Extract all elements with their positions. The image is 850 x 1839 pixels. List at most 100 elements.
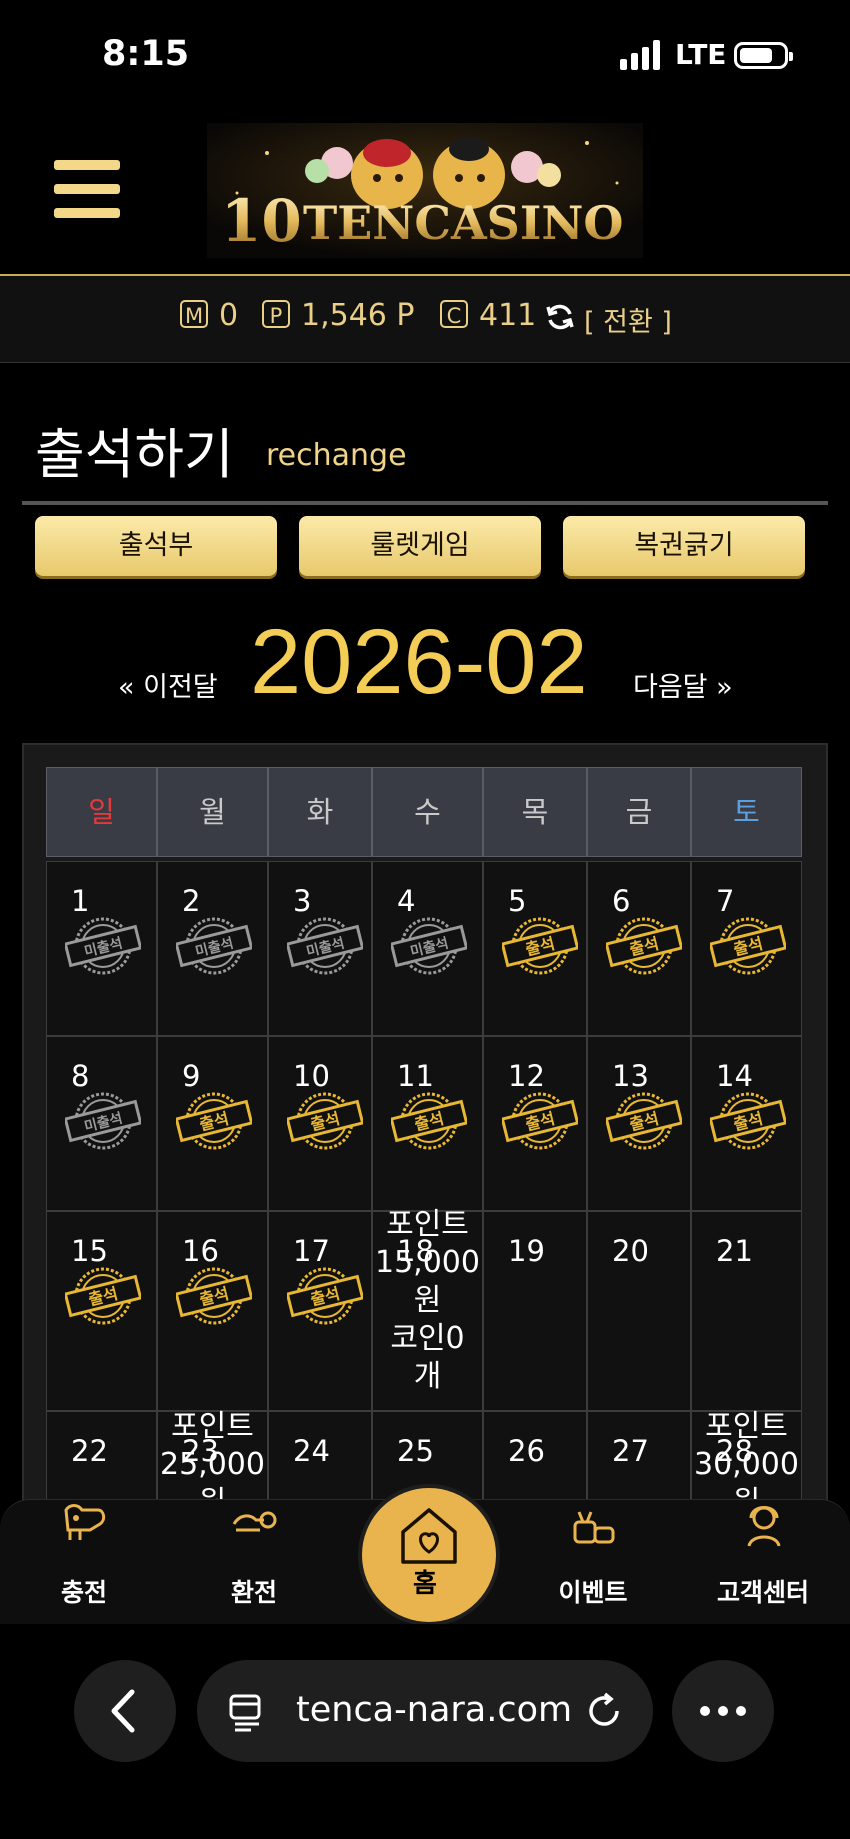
weekday-header: 금 [587, 767, 691, 857]
more-dots-icon [700, 1706, 746, 1716]
browser-back-button[interactable] [74, 1660, 176, 1762]
next-month-link[interactable]: 다음달 » [633, 665, 733, 704]
calendar-day-cell[interactable]: 15 출석 [46, 1211, 157, 1411]
nav-event-label: 이벤트 [558, 1578, 628, 1607]
day-number: 6 [612, 884, 631, 918]
attendance-stamp-present: 출석 [65, 1267, 141, 1325]
attendance-stamp-present: 출석 [502, 917, 578, 975]
calendar-day-cell[interactable]: 9 출석 [157, 1036, 268, 1211]
calendar-day-cell[interactable]: 2 미출석 [157, 861, 268, 1036]
money-icon: M [180, 300, 208, 328]
attendance-stamp-present: 출석 [502, 1092, 578, 1150]
calendar-day-cell[interactable]: 16 출석 [157, 1211, 268, 1411]
calendar-day-cell[interactable]: 12 출석 [483, 1036, 587, 1211]
attendance-stamp-present: 출석 [287, 1267, 363, 1325]
reload-icon[interactable] [585, 1692, 623, 1730]
title-divider [22, 501, 828, 505]
day-number: 2 [182, 884, 201, 918]
day-number: 11 [397, 1059, 434, 1093]
calendar-day-cell[interactable]: 13 출석 [587, 1036, 691, 1211]
attendance-stamp-absent: 미출석 [391, 917, 467, 975]
nav-home[interactable] [358, 1484, 500, 1626]
nav-event[interactable]: 이벤트 [533, 1500, 653, 1610]
calendar-day-cell[interactable]: 8 미출석 [46, 1036, 157, 1211]
tab-attendance[interactable]: 출석부 [35, 516, 277, 576]
day-number: 22 [71, 1434, 108, 1468]
day-number: 27 [612, 1434, 649, 1468]
calendar-day-cell[interactable]: 14 출석 [691, 1036, 802, 1211]
money-value: 0 [219, 298, 239, 333]
day-number: 13 [612, 1059, 649, 1093]
attendance-stamp-present: 출석 [287, 1092, 363, 1150]
reward-line: 포인트 [171, 1409, 254, 1444]
coin-icon: C [440, 300, 468, 328]
coin-value: 411 [479, 298, 537, 333]
calendar-day-cell[interactable]: 7 출석 [691, 861, 802, 1036]
day-number: 26 [508, 1434, 545, 1468]
url-text[interactable]: tenca-nara.com [296, 1690, 572, 1730]
reward-line: 포인트 [386, 1207, 469, 1242]
calendar-day-cell[interactable]: 10 출석 [268, 1036, 372, 1211]
tab-roulette[interactable]: 룰렛게임 [299, 516, 541, 576]
calendar-day-cell[interactable]: 19 [483, 1211, 587, 1411]
attendance-stamp-absent: 미출석 [65, 917, 141, 975]
balance-bar [0, 276, 850, 363]
day-number: 15 [71, 1234, 108, 1268]
calendar-day-cell[interactable]: 5 출석 [483, 861, 587, 1036]
attendance-stamp-present: 출석 [710, 1092, 786, 1150]
nav-support[interactable]: 고객센터 [703, 1500, 823, 1610]
switch-link[interactable]: [ 전환 ] [584, 300, 672, 339]
weekday-header: 일 [46, 767, 157, 857]
day-number: 14 [716, 1059, 753, 1093]
nav-charge-label: 충전 [60, 1578, 107, 1607]
day-number: 7 [716, 884, 735, 918]
exchange-icon [232, 1511, 277, 1532]
calendar-day-cell[interactable]: 11 출석 [372, 1036, 483, 1211]
day-number: 5 [508, 884, 527, 918]
calendar-day-cell[interactable]: 17 출석 [268, 1211, 372, 1411]
refresh-icon[interactable] [545, 302, 575, 332]
nav-charge[interactable]: 충전 [24, 1500, 144, 1610]
day-number: 20 [612, 1234, 649, 1268]
attendance-stamp-present: 출석 [710, 917, 786, 975]
calendar-day-cell[interactable]: 1 미출석 [46, 861, 157, 1036]
calendar-day-cell[interactable]: 6 출석 [587, 861, 691, 1036]
site-logo[interactable]: 10 TENCASINO [207, 123, 643, 258]
hamburger-menu-icon[interactable] [54, 160, 120, 218]
nav-home-label: 홈 [413, 1569, 437, 1599]
cellular-signal-icon [620, 40, 662, 70]
calendar-day-cell[interactable]: 20 [587, 1211, 691, 1411]
gift-icon [573, 1511, 615, 1544]
day-reward-note: 포인트 15,000 원 코인0 개 [363, 1206, 492, 1396]
chevron-left-icon [111, 1689, 135, 1733]
reward-line: 30,000 [694, 1447, 799, 1482]
day-number: 12 [508, 1059, 545, 1093]
attendance-stamp-present: 출석 [176, 1267, 252, 1325]
reward-line: 25,000 [160, 1447, 265, 1482]
calendar-day-cell[interactable]: 4 미출석 [372, 861, 483, 1036]
browser-more-button[interactable] [672, 1660, 774, 1762]
support-icon [747, 1506, 781, 1547]
calendar-day-cell[interactable]: 18 포인트 15,000 원 코인0 개 [372, 1207, 483, 1411]
day-number: 1 [71, 884, 90, 918]
reward-line: 개 [413, 1359, 442, 1394]
calendar-day-cell[interactable]: 3 미출석 [268, 861, 372, 1036]
attendance-stamp-absent: 미출석 [287, 917, 363, 975]
day-number: 10 [293, 1059, 330, 1093]
attendance-stamp-present: 출석 [606, 1092, 682, 1150]
home-heart-icon [401, 1508, 457, 1564]
attendance-stamp-present: 출석 [606, 917, 682, 975]
tab-lottery[interactable]: 복권긁기 [563, 516, 805, 576]
weekday-header: 월 [157, 767, 268, 857]
nav-support-label: 고객센터 [716, 1578, 809, 1607]
current-month: 2026-02 [250, 611, 588, 713]
logo-text: TENCASINO [303, 196, 624, 250]
day-number: 17 [293, 1234, 330, 1268]
day-number: 4 [397, 884, 416, 918]
status-time: 8:15 [102, 34, 190, 74]
calendar-day-cell[interactable]: 21 [691, 1211, 802, 1411]
reward-line: 포인트 [705, 1409, 788, 1444]
prev-month-link[interactable]: « 이전달 [118, 665, 218, 704]
nav-exchange[interactable]: 환전 [194, 1500, 314, 1610]
logo-artwork: 10 TENCASINO [207, 123, 643, 258]
